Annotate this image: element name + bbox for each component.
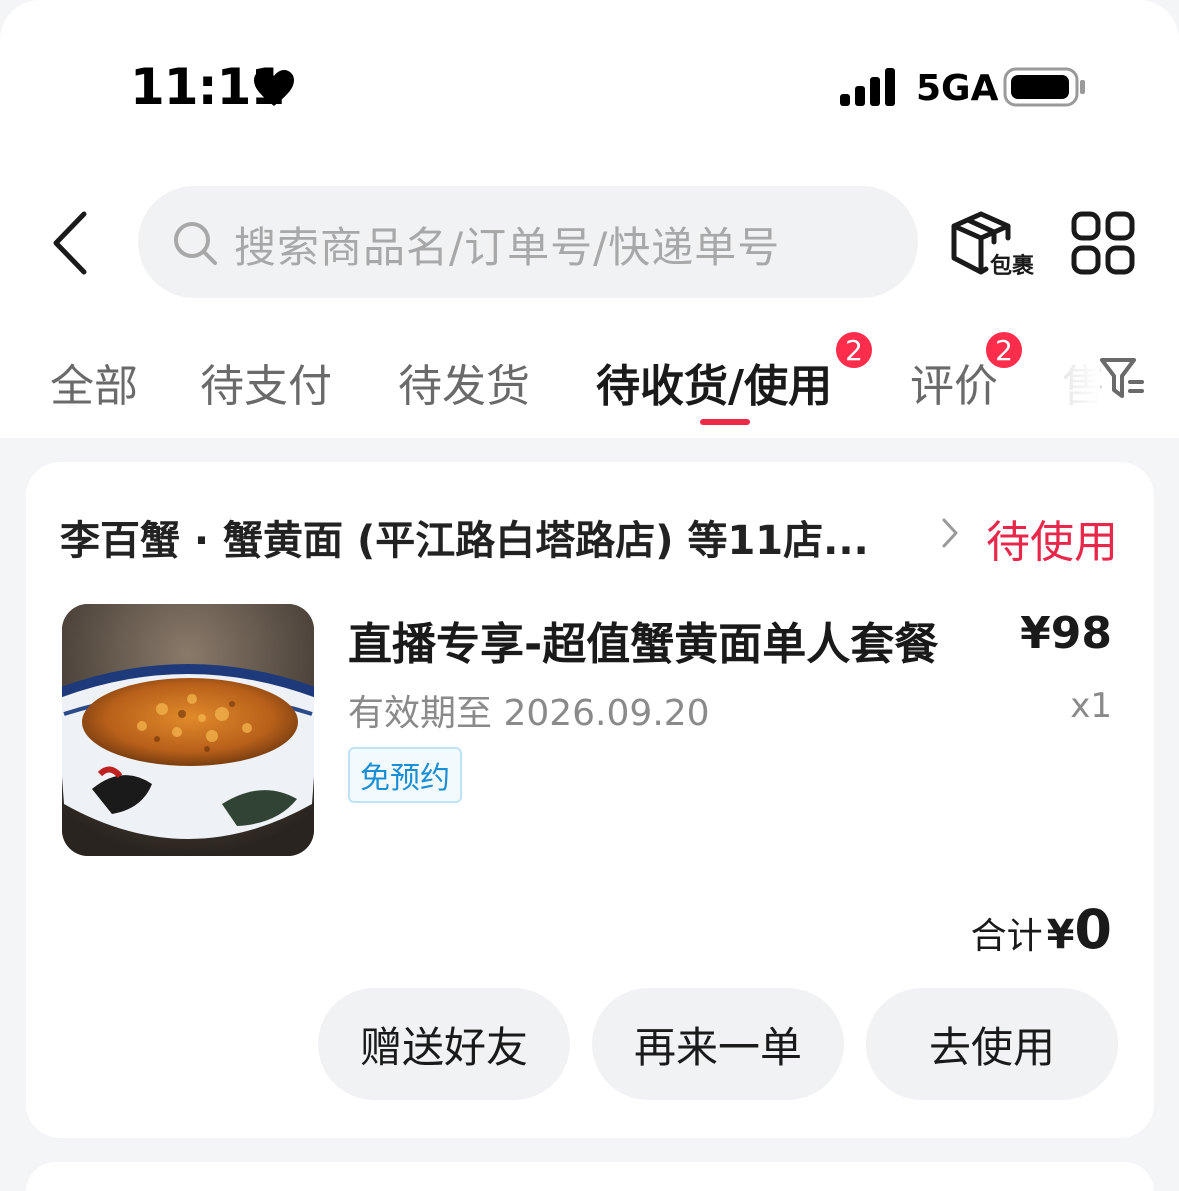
heart-icon — [254, 70, 294, 106]
package-button[interactable]: 包裹 — [946, 206, 1046, 282]
tab-badge: 2 — [834, 330, 874, 370]
order-status: 待使用 — [986, 517, 1118, 568]
product-title[interactable]: 直播专享-超值蟹黄面单人套餐 — [348, 608, 938, 672]
tab-active-indicator — [700, 419, 750, 425]
tab-pending-shipment[interactable]: 待发货 — [398, 350, 530, 414]
validity-date: 有效期至 2026.09.20 — [348, 693, 710, 734]
order-total: 合计 ¥ 0 — [971, 898, 1112, 961]
search-input[interactable]: 搜索商品名/订单号/快递单号 — [138, 186, 918, 298]
gift-friend-button[interactable]: 赠送好友 — [318, 988, 570, 1100]
use-now-button[interactable]: 去使用 — [866, 988, 1118, 1100]
search-icon — [174, 222, 217, 265]
no-reservation-tag: 免预约 — [348, 747, 462, 803]
noodle-bowl-image — [62, 604, 314, 856]
top-area: 11:11 5GA 搜索商品名/订单号/快递单号 包裹 全部 待支付 待发货 待… — [0, 0, 1179, 438]
product-price: ¥98 — [1020, 608, 1112, 659]
filter-icon[interactable] — [1098, 354, 1148, 404]
tab-fade — [1040, 320, 1100, 430]
total-label: 合计 — [970, 916, 1043, 957]
product-image[interactable] — [62, 604, 314, 856]
signal-icon — [840, 68, 895, 106]
reorder-button[interactable]: 再来一单 — [592, 988, 844, 1100]
tab-all[interactable]: 全部 — [50, 350, 138, 414]
network-label: 5GA — [916, 68, 999, 109]
grid-icon[interactable] — [1070, 210, 1136, 276]
store-name[interactable]: 李百蟹 · 蟹黄面 (平江路白塔路店) 等11店... — [60, 508, 890, 566]
next-order-card[interactable] — [26, 1162, 1154, 1191]
order-card[interactable]: 李百蟹 · 蟹黄面 (平江路白塔路店) 等11店... 待使用 直播专享-超值蟹… — [26, 462, 1154, 1138]
search-placeholder: 搜索商品名/订单号/快递单号 — [234, 223, 781, 272]
battery-icon — [1003, 67, 1085, 107]
total-currency: ¥ — [1046, 912, 1075, 958]
package-label: 包裹 — [990, 254, 1035, 279]
total-amount: 0 — [1074, 898, 1112, 961]
quantity: x1 — [1070, 686, 1112, 726]
back-icon[interactable] — [48, 208, 98, 278]
tab-pending-receipt[interactable]: 待收货/使用 — [596, 350, 832, 414]
tab-pending-payment[interactable]: 待支付 — [200, 350, 332, 414]
tab-review[interactable]: 评价 — [910, 350, 998, 414]
chevron-right-icon[interactable] — [940, 516, 960, 550]
tab-badge: 2 — [984, 330, 1024, 370]
